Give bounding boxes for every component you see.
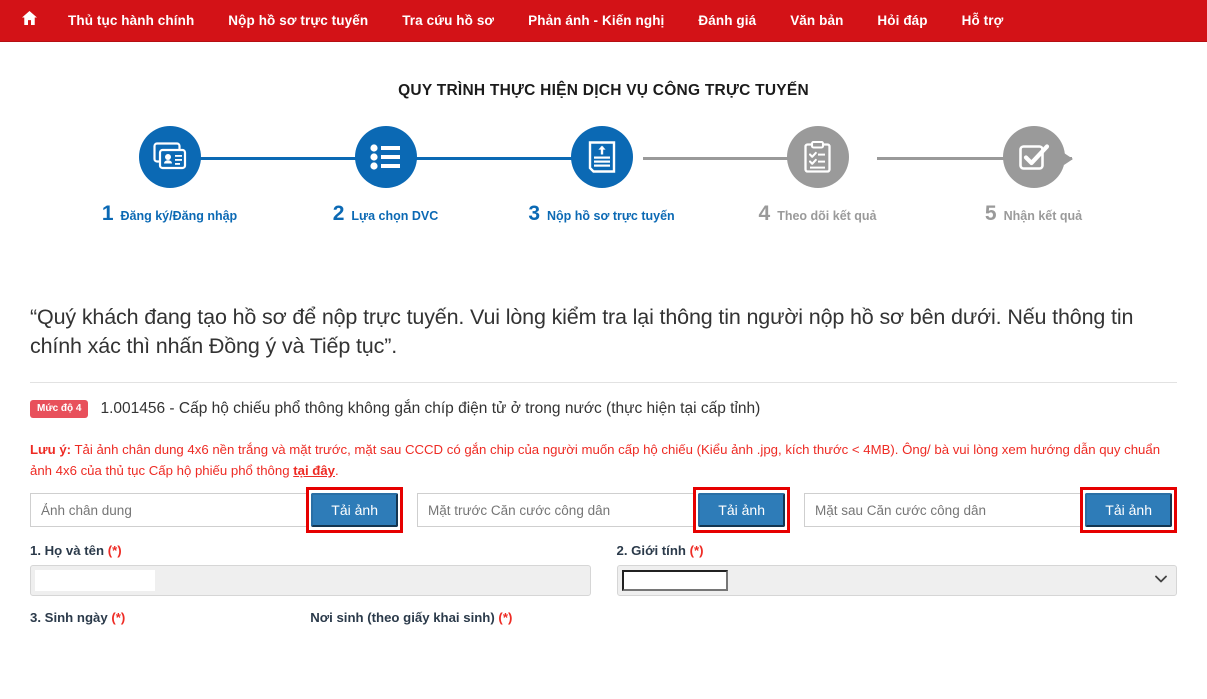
top-navigation-bar: Thủ tục hành chính Nộp hồ sơ trực tuyến … (0, 0, 1207, 42)
nav-item-phan-anh-kien-nghi[interactable]: Phản ánh - Kiến nghị (511, 0, 681, 42)
step-3-circle (570, 126, 633, 188)
upload-group-cccd-back: Tải ảnh (804, 487, 1177, 534)
upload-button-portrait[interactable]: Tải ảnh (311, 493, 398, 528)
required-mark-gioi-tinh: (*) (689, 543, 704, 559)
process-step-2[interactable]: 2 Lựa chọn DVC (298, 126, 473, 224)
nav-item-hoi-dap[interactable]: Hỏi đáp (860, 0, 944, 42)
process-step-5[interactable]: 5 Nhận kết quả (946, 126, 1121, 224)
label-gioi-tinh-text: 2. Giới tính (616, 543, 686, 559)
required-mark-sinh-ngay: (*) (111, 610, 126, 626)
label-noi-sinh: Nơi sinh (theo giấy khai sinh) (*) (310, 610, 590, 625)
highlight-box-cccd-front: Tải ảnh (693, 487, 790, 534)
step-2-circle (354, 126, 417, 188)
divider (30, 382, 1177, 384)
upload-document-icon (588, 141, 615, 173)
id-card-icon (152, 142, 186, 170)
upload-note: Lưu ý: Tải ảnh chân dung 4x6 nền trắng v… (30, 440, 1177, 481)
clipboard-check-icon (804, 141, 831, 173)
form-subcol-birth-date: 3. Sinh ngày (*) (30, 610, 310, 632)
status-badge-muc-do: Mức độ 4 (30, 400, 89, 419)
service-name: 1.001456 - Cấp hộ chiếu phổ thông không … (100, 400, 761, 418)
form-col-full-name: 1. Họ và tên (*) (30, 543, 591, 597)
process-step-3[interactable]: 3 Nộp hồ sơ trực tuyến (514, 126, 689, 224)
form-subcol-birth-place: Nơi sinh (theo giấy khai sinh) (*) (310, 610, 590, 632)
step-5-label: Nhận kết quả (1003, 209, 1083, 223)
nav-item-nop-ho-so-truc-tuyen[interactable]: Nộp hồ sơ trực tuyến (211, 0, 385, 42)
step-3-label: Nộp hồ sơ trực tuyến (547, 209, 675, 223)
upload-fields-row: Tải ảnh Tải ảnh Tải ảnh (30, 487, 1177, 534)
upload-input-cccd-front[interactable] (417, 493, 694, 528)
note-prefix: Lưu ý: (30, 442, 72, 458)
nav-item-thu-tuc-hanh-chinh[interactable]: Thủ tục hành chính (51, 0, 211, 42)
process-step-4[interactable]: 4 Theo dõi kết quả (730, 126, 905, 224)
input-ho-va-ten[interactable] (30, 565, 591, 597)
process-step-flow: 1 Đăng ký/Đăng nhập 2 Lựa chọn DVC 3 Nộp… (30, 126, 1177, 241)
step-4-circle (786, 126, 849, 188)
label-sinh-ngay: 3. Sinh ngày (*) (30, 610, 310, 625)
form-row-1: 1. Họ và tên (*) 2. Giới tính (*) (30, 543, 1178, 597)
upload-group-portrait: Tải ảnh (30, 487, 403, 534)
label-gioi-tinh: 2. Giới tính (*) (617, 543, 1178, 558)
step-4-number: 4 (758, 202, 771, 225)
service-title-row: Mức độ 4 1.001456 - Cấp hộ chiếu phổ thô… (30, 400, 1177, 419)
label-ho-va-ten: 1. Họ và tên (*) (30, 543, 591, 558)
step-1-number: 1 (101, 202, 114, 225)
note-guide-link[interactable]: tại đây (293, 463, 335, 478)
process-step-1[interactable]: 1 Đăng ký/Đăng nhập (82, 126, 257, 224)
step-1-circle (138, 126, 201, 188)
page-container: QUY TRÌNH THỰC HIỆN DỊCH VỤ CÔNG TRỰC TU… (16, 82, 1191, 632)
form-col-birth: 3. Sinh ngày (*) Nơi sinh (theo giấy kha… (30, 610, 591, 632)
label-ho-va-ten-text: 1. Họ và tên (30, 543, 105, 559)
instruction-quote: “Quý khách đang tạo hồ sơ để nộp trực tu… (30, 305, 1134, 358)
step-5-number: 5 (984, 202, 997, 225)
home-icon[interactable] (14, 0, 51, 42)
chevron-down-icon (1155, 575, 1167, 586)
note-suffix: . (335, 462, 339, 478)
step-5-circle (1002, 126, 1065, 188)
step-2-number: 2 (332, 202, 345, 225)
highlight-box-portrait: Tải ảnh (306, 487, 403, 534)
nav-item-tra-cuu-ho-so[interactable]: Tra cứu hồ sơ (385, 0, 511, 42)
upload-button-cccd-back[interactable]: Tải ảnh (1085, 493, 1172, 528)
nav-item-ho-tro[interactable]: Hỗ trợ (945, 0, 1021, 42)
label-sinh-ngay-text: 3. Sinh ngày (30, 610, 108, 626)
highlight-box-cccd-back: Tải ảnh (1080, 487, 1177, 534)
upload-group-cccd-front: Tải ảnh (417, 487, 790, 534)
upload-input-portrait[interactable] (30, 493, 307, 528)
step-3-number: 3 (528, 202, 540, 225)
select-gioi-tinh-value[interactable] (621, 570, 728, 592)
upload-input-cccd-back[interactable] (804, 493, 1081, 528)
note-body: Tải ảnh chân dung 4x6 nền trắng và mặt t… (30, 442, 1161, 478)
form-col-gender: 2. Giới tính (*) (616, 543, 1178, 597)
list-icon (370, 144, 400, 170)
required-mark-noi-sinh: (*) (498, 610, 513, 626)
step-4-label: Theo dõi kết quả (777, 209, 877, 223)
step-2-label: Lựa chọn DVC (351, 209, 439, 223)
connector-1-2 (175, 152, 371, 165)
nav-item-danh-gia[interactable]: Đánh giá (681, 0, 773, 42)
label-noi-sinh-text: Nơi sinh (theo giấy khai sinh) (310, 610, 495, 626)
checkbox-check-icon (1018, 144, 1049, 170)
form-row-2: 3. Sinh ngày (*) Nơi sinh (theo giấy kha… (30, 610, 1177, 632)
form-col-spacer (617, 610, 1178, 632)
step-1-label: Đăng ký/Đăng nhập (120, 209, 238, 223)
nav-item-van-ban[interactable]: Văn bản (773, 0, 860, 42)
required-mark-ho-va-ten: (*) (107, 543, 122, 559)
upload-button-cccd-front[interactable]: Tải ảnh (698, 493, 785, 528)
select-gioi-tinh[interactable] (616, 565, 1177, 597)
process-title: QUY TRÌNH THỰC HIỆN DỊCH VỤ CÔNG TRỰC TU… (398, 82, 809, 99)
input-ho-va-ten-field[interactable] (35, 570, 155, 592)
